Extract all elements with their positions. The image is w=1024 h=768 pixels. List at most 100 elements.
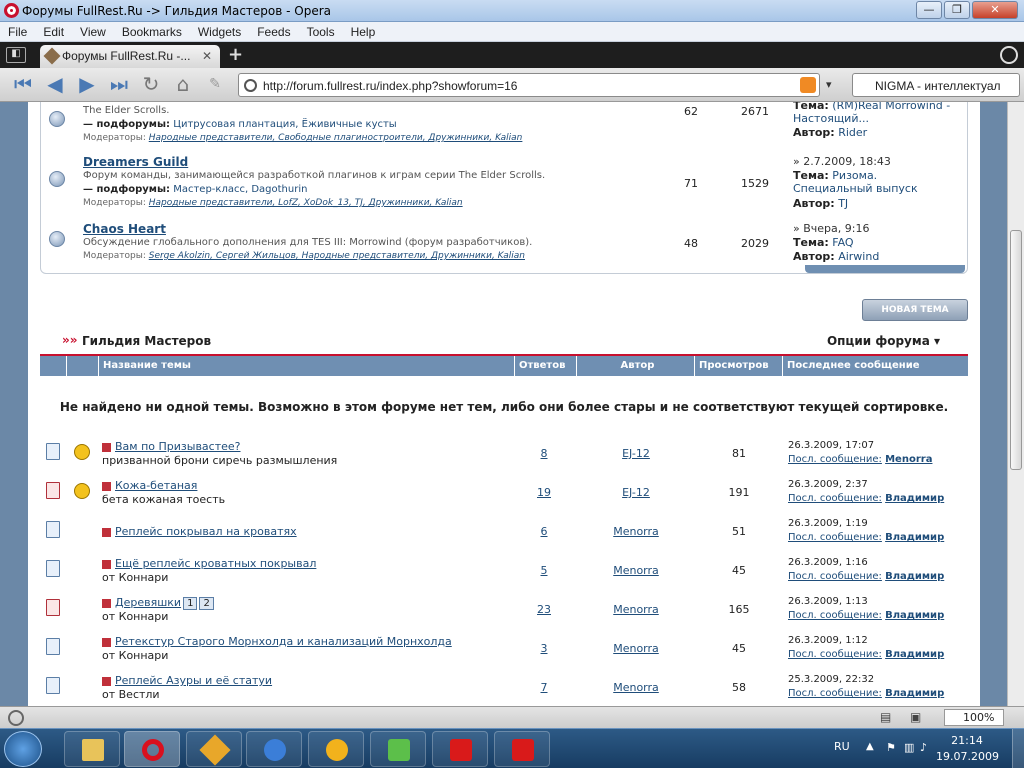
forum-options-button[interactable]: Опции форума ▾ [827,334,940,348]
topic-link[interactable]: Вам по Призывастее? [115,440,241,453]
taskbar-app5[interactable] [308,731,364,767]
last-poster-link[interactable]: Владимир [885,571,944,582]
home-icon[interactable]: ⌂ [172,74,194,96]
show-desktop-button[interactable] [1012,729,1024,768]
col-views[interactable]: Просмотров [694,356,782,376]
menu-widgets[interactable]: Widgets [190,22,249,39]
tab-forum[interactable]: Форумы FullRest.Ru -... ✕ [40,45,220,68]
taskbar-opera[interactable] [124,731,180,767]
panel-icon[interactable]: ▤ [880,710,891,724]
col-last-post[interactable]: Последнее сообщение [782,356,968,376]
col-title[interactable]: Название темы [98,356,514,376]
last-poster-link[interactable]: Владимир [885,688,944,699]
last-poster-link[interactable]: Menorra [885,454,932,465]
address-dropdown-icon[interactable]: ▾ [826,78,832,91]
scrollbar[interactable] [1007,102,1024,706]
last-poster-link[interactable]: Владимир [885,610,944,621]
last-post-link[interactable]: Посл. сообщение: [788,532,882,543]
address-bar[interactable]: http://forum.fullrest.ru/index.php?showf… [238,73,820,97]
last-author-link[interactable]: TJ [838,197,848,210]
last-poster-link[interactable]: Владимир [885,532,944,543]
topic-replies[interactable]: 7 [526,681,562,694]
maximize-button[interactable]: ❐ [944,1,970,19]
language-indicator[interactable]: RU [834,740,850,753]
tab-close-icon[interactable]: ✕ [202,49,212,63]
topic-author[interactable]: Menorra [586,525,686,538]
tray-up-icon[interactable]: ▲ [866,741,874,752]
edit-icon[interactable]: ✎ [204,74,226,96]
topic-author[interactable]: Menorra [586,564,686,577]
reload-icon[interactable]: ↻ [140,74,162,96]
tray-network-icon[interactable]: ▥ [904,741,914,754]
taskbar-app3[interactable] [186,731,242,767]
zoom-select[interactable]: 100% [944,709,1004,726]
last-post-link[interactable]: Посл. сообщение: [788,610,882,621]
topic-link[interactable]: Ещё реплейс кроватных покрывал [115,557,316,570]
topic-link[interactable]: Реплейс Азуры и её статуи [115,674,272,687]
rewind-icon[interactable]: ⏮ [12,74,34,96]
last-post-link[interactable]: Посл. сообщение: [788,454,882,465]
last-poster-link[interactable]: Владимир [885,649,944,660]
last-post-link[interactable]: Посл. сообщение: [788,649,882,660]
topic-author[interactable]: EJ-12 [586,447,686,460]
closed-tabs-icon[interactable] [1000,46,1018,64]
clock[interactable]: 21:14 19.07.2009 [936,733,999,765]
speed-dial-icon[interactable] [8,710,24,726]
topic-author[interactable]: EJ-12 [586,486,686,499]
last-poster-link[interactable]: Владимир [885,493,944,504]
col-replies[interactable]: Ответов [514,356,576,376]
last-topic-link[interactable]: FAQ [832,236,853,249]
subforum-links[interactable]: Мастер-класс, Dagothurin [173,184,307,195]
last-post-link[interactable]: Посл. сообщение: [788,688,882,699]
forward-icon[interactable]: ▶ [76,74,98,96]
last-post-link[interactable]: Посл. сообщение: [788,571,882,582]
menu-file[interactable]: File [0,22,35,39]
taskbar-app6[interactable] [370,731,426,767]
topic-link[interactable]: Кожа-бетаная [115,479,197,492]
menu-feeds[interactable]: Feeds [249,22,298,39]
menu-help[interactable]: Help [343,22,384,39]
scrollbar-thumb[interactable] [1010,230,1022,470]
topic-author[interactable]: Menorra [586,642,686,655]
topic-link[interactable]: Деревяшки [115,596,181,609]
topic-link[interactable]: Реплейс покрывал на кроватях [115,525,297,538]
subforum-title[interactable]: Dreamers Guild [83,155,188,169]
fast-forward-icon[interactable]: ⏭ [108,74,130,96]
taskbar-app8[interactable] [494,731,550,767]
tray-volume-icon[interactable]: ♪ [920,741,927,754]
topic-replies[interactable]: 3 [526,642,562,655]
subforum-links[interactable]: Цитрусовая плантация, Ёживичные кусты [173,119,396,130]
topic-author[interactable]: Menorra [586,681,686,694]
topic-replies[interactable]: 8 [526,447,562,460]
new-topic-button[interactable]: НОВАЯ ТЕМА [862,299,968,321]
topic-replies[interactable]: 23 [526,603,562,616]
tray-flag-icon[interactable]: ⚑ [886,741,896,754]
taskbar-app4[interactable] [246,731,302,767]
col-author[interactable]: Автор [576,356,694,376]
minimize-button[interactable]: — [916,1,942,19]
menu-edit[interactable]: Edit [35,22,72,39]
topic-author[interactable]: Menorra [586,603,686,616]
topic-replies[interactable]: 5 [526,564,562,577]
menu-view[interactable]: View [72,22,114,39]
rss-icon[interactable] [800,77,816,93]
taskbar-app7[interactable] [432,731,488,767]
tab-panel-toggle-icon[interactable]: ◧ [6,47,26,63]
view-icon[interactable]: ▣ [910,710,921,724]
menu-tools[interactable]: Tools [299,22,343,39]
topic-link[interactable]: Ретекстур Старого Морнхолда и канализаци… [115,635,452,648]
new-tab-button[interactable]: + [228,44,243,65]
page-link[interactable]: 1 [183,597,198,610]
subforum-title[interactable]: Chaos Heart [83,222,166,236]
topic-replies[interactable]: 19 [526,486,562,499]
start-button[interactable] [4,731,42,767]
last-author-link[interactable]: Airwind [838,250,879,263]
last-author-link[interactable]: Rider [838,126,867,139]
taskbar-explorer[interactable] [64,731,120,767]
last-post-link[interactable]: Посл. сообщение: [788,493,882,504]
search-field[interactable]: NIGMA - интеллектуал [852,73,1020,97]
close-button[interactable]: ✕ [972,1,1018,19]
topic-replies[interactable]: 6 [526,525,562,538]
page-link[interactable]: 2 [199,597,214,610]
back-icon[interactable]: ◀ [44,74,66,96]
